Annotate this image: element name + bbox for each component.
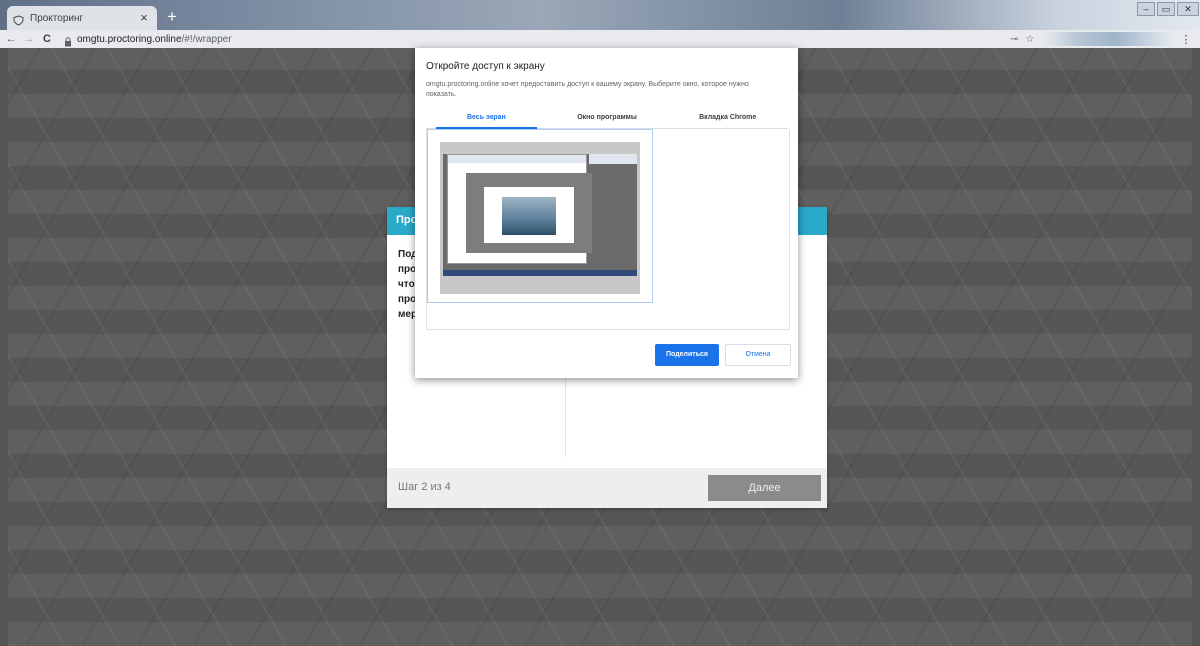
browser-titlebar: Прокторинг × + – ▭ ✕ xyxy=(0,0,1200,30)
wizard-footer: Шаг 2 из 4 Далее xyxy=(387,468,827,508)
step-indicator: Шаг 2 из 4 xyxy=(398,481,451,493)
tab-entire-screen[interactable]: Весь экран xyxy=(426,112,547,129)
reload-icon[interactable]: C xyxy=(40,32,54,46)
window-controls: – ▭ ✕ xyxy=(1136,0,1200,18)
description-line: показать. xyxy=(426,91,457,98)
description-line: omgtu.proctoring.online хочет предостави… xyxy=(426,81,749,88)
dialog-buttons: Поделиться Отмена xyxy=(655,344,791,366)
address-bar[interactable]: omgtu.proctoring.online /#!/wrapper xyxy=(64,32,1006,47)
browser-toolbar: ← → C omgtu.proctoring.online /#!/wrappe… xyxy=(0,30,1200,48)
thumbnail-window xyxy=(447,154,592,264)
dialog-description: omgtu.proctoring.online хочет предостави… xyxy=(426,80,786,100)
cancel-button[interactable]: Отмена xyxy=(725,344,791,366)
next-button[interactable]: Далее xyxy=(708,475,821,501)
key-icon[interactable]: ⊸ xyxy=(1006,34,1022,45)
restore-button[interactable]: ▭ xyxy=(1157,2,1175,16)
lock-icon xyxy=(64,34,72,47)
extensions-strip xyxy=(1044,32,1174,46)
url-host: omgtu.proctoring.online xyxy=(77,33,182,45)
toolbar-actions: ⊸ ☆ ⋮ xyxy=(1006,32,1194,46)
shield-favicon-icon xyxy=(13,13,24,26)
tab-close-icon[interactable]: × xyxy=(137,11,151,25)
browser-tab[interactable]: Прокторинг × xyxy=(7,6,157,30)
tab-application-window[interactable]: Окно программы xyxy=(547,112,668,128)
tab-chrome-tab[interactable]: Вкладка Chrome xyxy=(667,112,788,128)
close-window-button[interactable]: ✕ xyxy=(1177,2,1199,16)
dialog-title: Откройте доступ к экрану xyxy=(426,61,545,72)
thumbnail-window-bar xyxy=(589,154,637,164)
tab-title: Прокторинг xyxy=(30,12,84,24)
forward-arrow-icon[interactable]: → xyxy=(22,32,36,46)
thumbnail-taskbar xyxy=(443,270,637,276)
new-tab-button[interactable]: + xyxy=(163,8,181,26)
page-background: Про Под про что про мер Шаг 2 из 4 Далее… xyxy=(8,48,1192,646)
share-button[interactable]: Поделиться xyxy=(655,344,719,366)
back-arrow-icon[interactable]: ← xyxy=(4,32,18,46)
screen-share-dialog: Откройте доступ к экрану omgtu.proctorin… xyxy=(415,48,798,378)
menu-dots-icon[interactable]: ⋮ xyxy=(1178,33,1194,46)
url-path: /#!/wrapper xyxy=(181,33,232,45)
share-source-tabs: Весь экран Окно программы Вкладка Chrome xyxy=(426,112,788,129)
screen-thumbnail-option[interactable] xyxy=(427,129,653,303)
screen-thumbnail xyxy=(440,142,640,294)
star-icon[interactable]: ☆ xyxy=(1022,34,1038,45)
share-source-list xyxy=(426,129,790,330)
thumbnail-desktop xyxy=(443,154,637,270)
minimize-button[interactable]: – xyxy=(1137,2,1155,16)
browser-window: Прокторинг × + – ▭ ✕ ← → C omgtu.proctor… xyxy=(0,0,1200,646)
